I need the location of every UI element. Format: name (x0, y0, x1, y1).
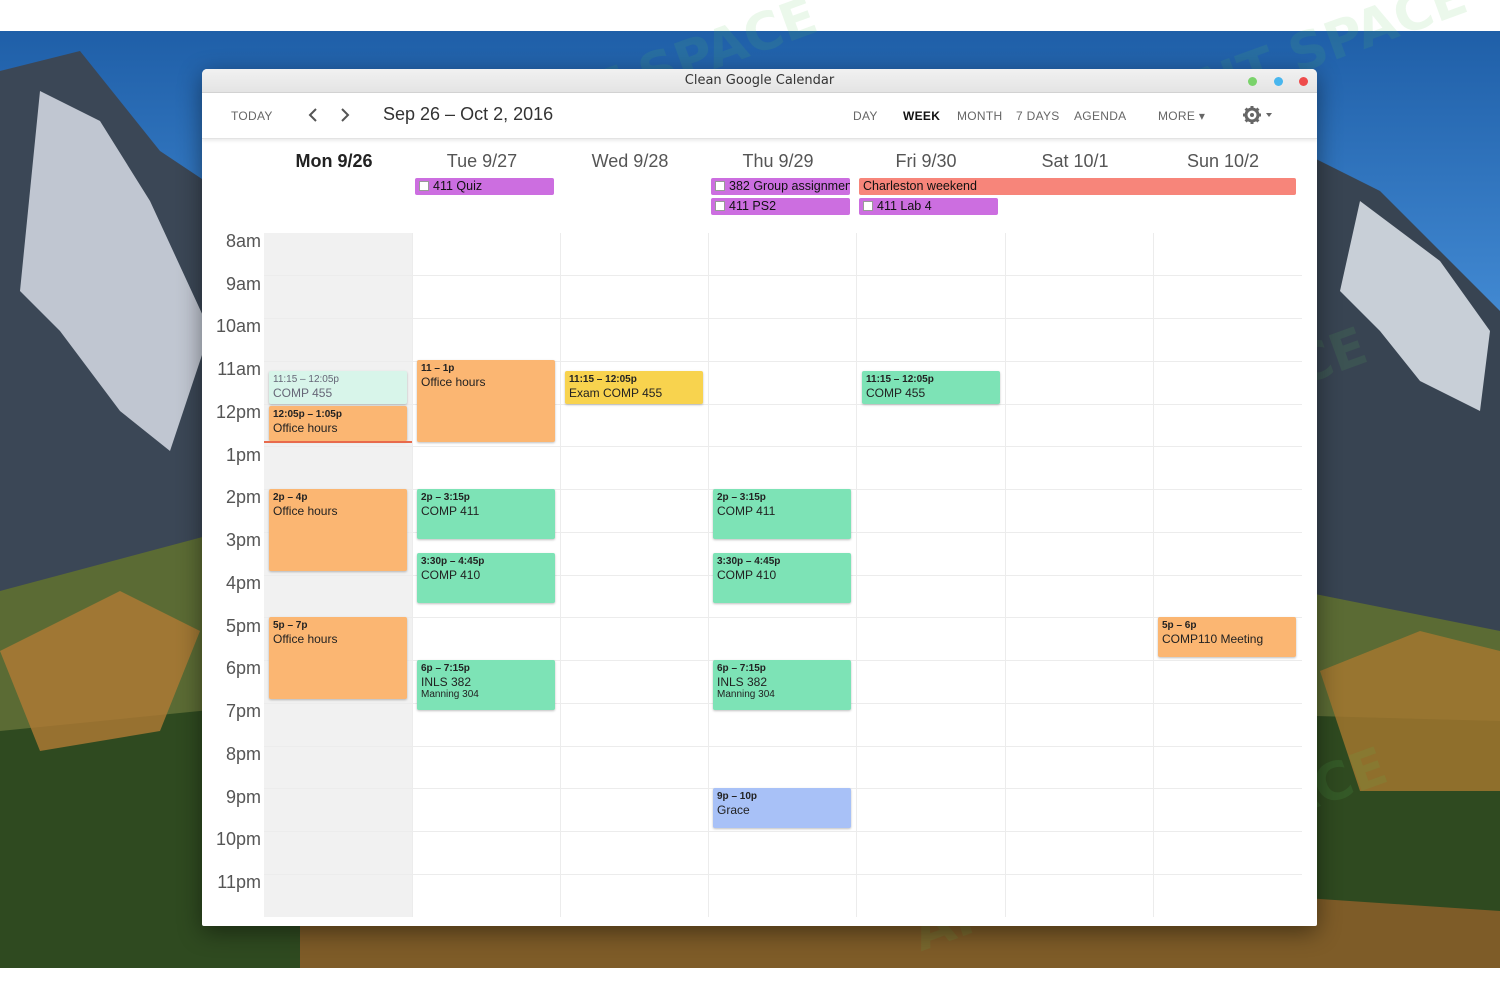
checkbox-icon[interactable] (863, 201, 873, 211)
event-fri-comp455[interactable]: 11:15 – 12:05p COMP 455 (862, 371, 1000, 404)
more-menu-button[interactable]: MORE ▾ (1158, 109, 1205, 123)
window-titlebar: Clean Google Calendar (202, 69, 1317, 93)
event-tue-office-hours[interactable]: 11 – 1p Office hours (417, 360, 555, 442)
allday-event-411-lab4[interactable]: 411 Lab 4 (859, 198, 998, 215)
maximize-button[interactable] (1248, 77, 1257, 86)
current-time-indicator (264, 441, 412, 443)
event-wed-exam[interactable]: 11:15 – 12:05p Exam COMP 455 (565, 371, 703, 404)
today-button[interactable]: TODAY (231, 109, 273, 123)
week-grid[interactable]: 11:15 – 12:05p COMP 455 12:05p – 1:05p O… (264, 233, 1302, 917)
hour-label: 2pm (225, 487, 261, 507)
day-header-fri[interactable]: Fri 9/30 (852, 151, 1000, 172)
day-header-sun[interactable]: Sun 10/2 (1149, 151, 1297, 172)
event-thu-inls382[interactable]: 6p – 7:15p INLS 382 Manning 304 (713, 660, 851, 710)
hour-label: 10pm (215, 829, 261, 849)
window-title: Clean Google Calendar (684, 73, 835, 88)
event-thu-comp410[interactable]: 3:30p – 4:45p COMP 410 (713, 553, 851, 603)
view-7days-button[interactable]: 7 DAYS (1016, 109, 1060, 123)
day-header-tue[interactable]: Tue 9/27 (408, 151, 556, 172)
view-month-button[interactable]: MONTH (957, 109, 1003, 123)
hour-label: 4pm (225, 573, 261, 593)
day-header-mon[interactable]: Mon 9/26 (260, 151, 408, 172)
event-mon-office-hours[interactable]: 12:05p – 1:05p Office hours (269, 406, 407, 441)
event-mon-comp455[interactable]: 11:15 – 12:05p COMP 455 (269, 371, 407, 404)
event-tue-comp410[interactable]: 3:30p – 4:45p COMP 410 (417, 553, 555, 603)
allday-event-charleston[interactable]: Charleston weekend (859, 178, 1296, 195)
minimize-button[interactable] (1274, 77, 1283, 86)
view-week-button[interactable]: WEEK (903, 109, 940, 123)
hour-label: 11pm (217, 872, 261, 892)
day-header-sat[interactable]: Sat 10/1 (1001, 151, 1149, 172)
event-sun-comp110-meeting[interactable]: 5p – 6p COMP110 Meeting (1158, 617, 1296, 657)
day-header-thu[interactable]: Thu 9/29 (704, 151, 852, 172)
hour-label: 11am (217, 359, 261, 379)
event-mon-office-hours[interactable]: 2p – 4p Office hours (269, 489, 407, 571)
view-agenda-button[interactable]: AGENDA (1074, 109, 1126, 123)
allday-event-382-group[interactable]: 382 Group assignment (711, 178, 850, 195)
checkbox-icon[interactable] (419, 181, 429, 191)
hour-label: 7pm (225, 701, 261, 721)
event-tue-inls382[interactable]: 6p – 7:15p INLS 382 Manning 304 (417, 660, 555, 710)
hour-label: 1pm (225, 445, 261, 465)
event-tue-comp411[interactable]: 2p – 3:15p COMP 411 (417, 489, 555, 539)
hour-label: 3pm (225, 530, 261, 550)
event-mon-office-hours[interactable]: 5p – 7p Office hours (269, 617, 407, 699)
settings-gear-icon[interactable] (1242, 105, 1274, 125)
event-thu-grace[interactable]: 9p – 10p Grace (713, 788, 851, 828)
hour-label: 10am (215, 316, 261, 336)
hour-label: 5pm (225, 616, 261, 636)
close-button[interactable] (1299, 77, 1308, 86)
day-header-wed[interactable]: Wed 9/28 (556, 151, 704, 172)
allday-event-411-ps2[interactable]: 411 PS2 (711, 198, 850, 215)
hour-label: 12pm (215, 402, 261, 422)
chevron-right-icon[interactable] (333, 103, 357, 127)
calendar-window: Clean Google Calendar TODAY Sep 26 – Oct… (202, 69, 1317, 926)
hour-label: 8pm (225, 744, 261, 764)
checkbox-icon[interactable] (715, 181, 725, 191)
view-day-button[interactable]: DAY (853, 109, 878, 123)
hour-label: 9am (225, 274, 261, 294)
checkbox-icon[interactable] (715, 201, 725, 211)
allday-event-411-quiz[interactable]: 411 Quiz (415, 178, 554, 195)
event-thu-comp411[interactable]: 2p – 3:15p COMP 411 (713, 489, 851, 539)
hour-label: 8am (225, 231, 261, 251)
hour-label: 9pm (225, 787, 261, 807)
date-range-label: Sep 26 – Oct 2, 2016 (383, 104, 554, 124)
calendar-toolbar: TODAY Sep 26 – Oct 2, 2016 DAY WEEK MONT… (202, 93, 1317, 139)
hour-label: 6pm (225, 658, 261, 678)
chevron-left-icon[interactable] (301, 103, 325, 127)
